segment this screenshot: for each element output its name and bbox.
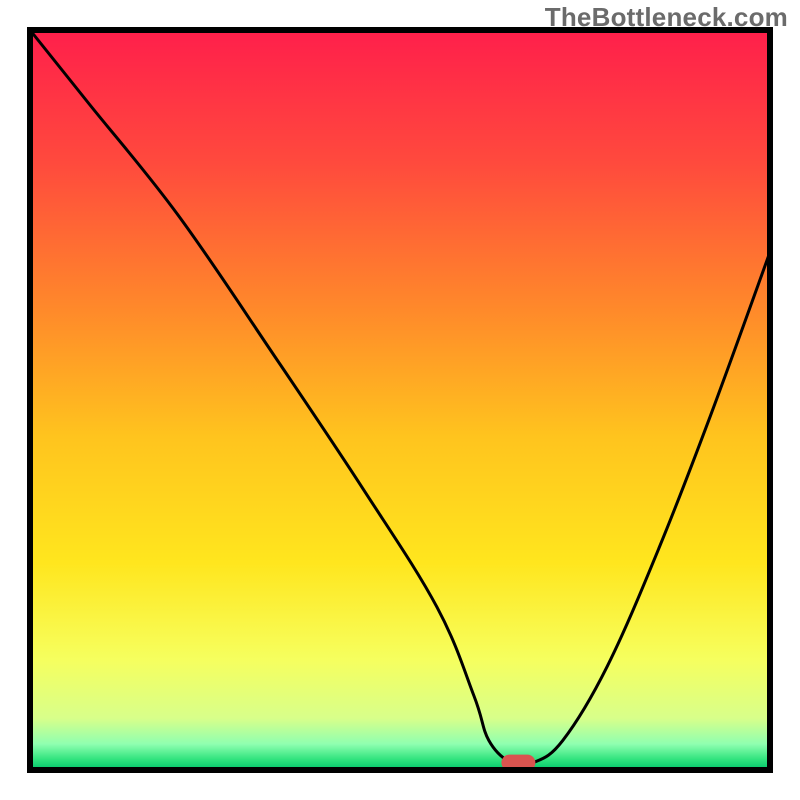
bottleneck-chart: TheBottleneck.com <box>0 0 800 800</box>
watermark-label: TheBottleneck.com <box>545 2 788 33</box>
chart-svg <box>0 0 800 800</box>
plot-background <box>30 30 770 770</box>
